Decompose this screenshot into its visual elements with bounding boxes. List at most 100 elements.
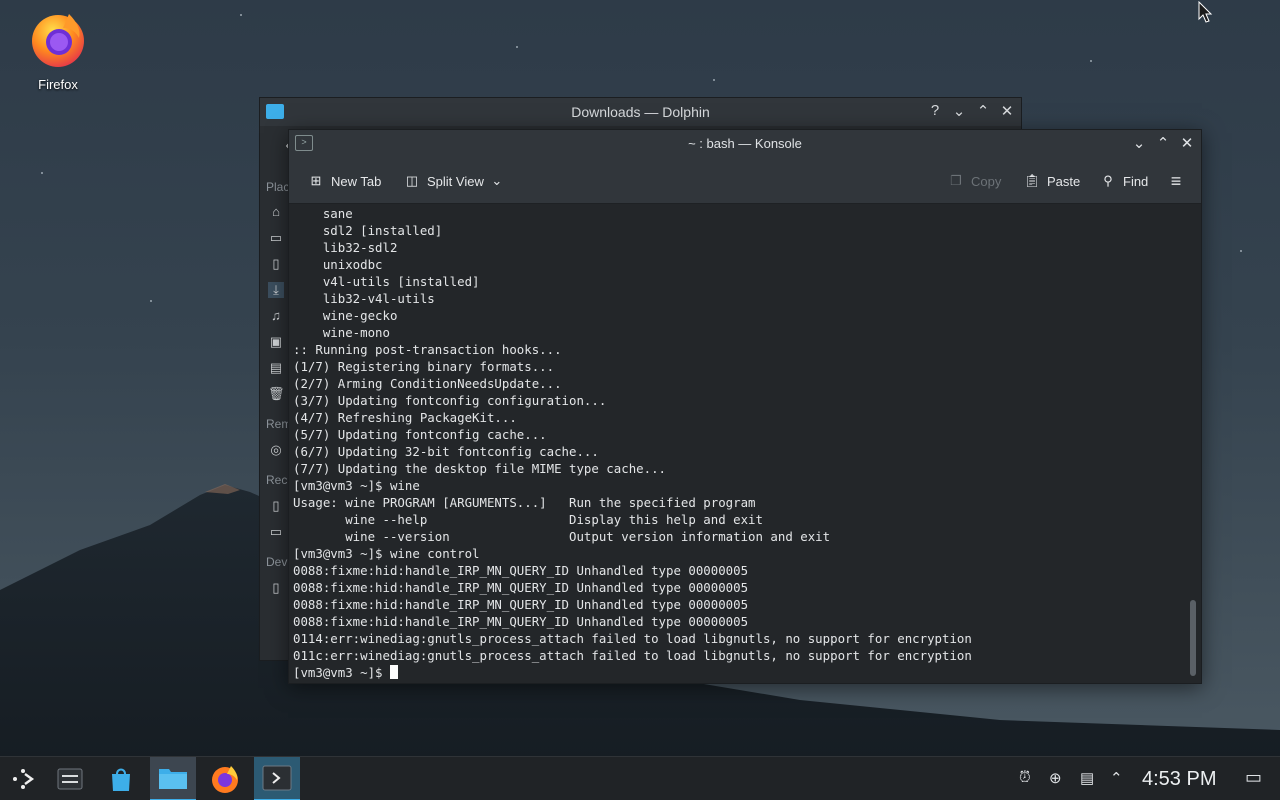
terminal-line: (2/7) Arming ConditionNeedsUpdate... — [293, 376, 562, 391]
show-desktop-icon[interactable]: ▭ — [1245, 767, 1262, 788]
help-button[interactable]: ? — [927, 102, 943, 120]
hamburger-menu-icon: ≡ — [1170, 171, 1182, 191]
split-view-button[interactable]: ◫ Split View ⌄ — [403, 172, 504, 190]
copy-button[interactable]: ❐ Copy — [947, 172, 1001, 190]
konsole-title: ~ : bash — Konsole — [688, 136, 802, 151]
settings-sliders-icon — [57, 768, 83, 790]
dolphin-titlebar[interactable]: Downloads — Dolphin ? ⌄ ⌃ ✕ — [260, 98, 1021, 126]
home-icon[interactable]: ⌂ — [268, 204, 284, 220]
discover-store-button[interactable] — [98, 757, 144, 800]
split-view-label: Split View — [427, 173, 484, 189]
new-tab-button[interactable]: ⊞ New Tab — [307, 172, 382, 190]
terminal-line: [vm3@vm3 ~]$ wine — [293, 478, 420, 493]
launcher-icon — [13, 769, 35, 789]
konsole-toolbar: ⊞ New Tab ◫ Split View ⌄ ❐ Copy 📋︎ Paste… — [289, 158, 1201, 204]
terminal-line: 0088:fixme:hid:handle_IRP_MN_QUERY_ID Un… — [293, 563, 749, 578]
devices-heading: Dev — [266, 555, 288, 569]
clock[interactable]: 4:53 PM — [1142, 768, 1216, 791]
dolphin-title: Downloads — Dolphin — [571, 104, 710, 120]
clipboard-icon[interactable]: ▤ — [1080, 769, 1094, 787]
new-tab-icon: ⊞ — [310, 173, 322, 188]
update-icon[interactable]: ⊕ — [1049, 769, 1062, 787]
terminal-line: wine --help Display this help and exit — [293, 512, 763, 527]
terminal-line: (6/7) Updating 32-bit fontconfig cache..… — [293, 444, 599, 459]
find-button[interactable]: ⚲ Find — [1099, 172, 1148, 190]
terminal-line: 0088:fixme:hid:handle_IRP_MN_QUERY_ID Un… — [293, 597, 749, 612]
terminal-line: :: Running post-transaction hooks... — [293, 342, 562, 357]
terminal-lines: sane sdl2 [installed] lib32-sdl2 unixodb… — [293, 205, 972, 681]
hamburger-menu-button[interactable]: ≡ — [1167, 172, 1185, 190]
maximize-button[interactable]: ⌃ — [975, 102, 991, 120]
system-settings-button[interactable] — [47, 757, 93, 800]
split-view-icon: ◫ — [405, 173, 419, 188]
mouse-pointer-icon — [1198, 1, 1213, 23]
minimize-button[interactable]: ⌄ — [951, 102, 967, 120]
trash-icon[interactable]: 🗑 — [268, 386, 285, 402]
scrollbar-thumb[interactable] — [1190, 600, 1196, 676]
remote-heading: Rem — [266, 417, 292, 431]
desktop-icon-firefox[interactable]: Firefox — [22, 8, 94, 92]
chevron-up-icon[interactable]: ⌃ — [1110, 769, 1123, 787]
desktop-icon[interactable]: ▭ — [268, 230, 284, 246]
konsole-window[interactable]: > ~ : bash — Konsole ⌄ ⌃ ✕ ⊞ New Tab ◫ S… — [288, 129, 1202, 684]
paste-button[interactable]: 📋︎ Paste — [1023, 172, 1081, 190]
paste-icon: 📋︎ — [1023, 173, 1041, 188]
firefox-icon — [212, 766, 238, 793]
text-cursor — [389, 665, 398, 679]
terminal-line: lib32-v4l-utils — [293, 291, 435, 306]
maximize-button[interactable]: ⌃ — [1155, 134, 1171, 152]
downloads-icon[interactable]: ⤓ — [268, 282, 284, 298]
minimize-button[interactable]: ⌄ — [1131, 134, 1147, 152]
terminal-line: (5/7) Updating fontconfig cache... — [293, 427, 547, 442]
new-tab-label: New Tab — [331, 173, 382, 189]
taskbar-firefox[interactable] — [202, 757, 248, 800]
taskbar-konsole[interactable] — [254, 757, 300, 800]
taskbar: ⏰︎ ⊕ ▤ ⌃ 4:53 PM ▭ — [0, 756, 1280, 800]
terminal-line: 0088:fixme:hid:handle_IRP_MN_QUERY_ID Un… — [293, 580, 749, 595]
terminal-line: (4/7) Refreshing PackageKit... — [293, 410, 517, 425]
places-heading: Plac — [266, 180, 290, 194]
terminal-line: [vm3@vm3 ~]$ wine control — [293, 546, 480, 561]
terminal-prompt-line[interactable]: [vm3@vm3 ~]$ — [293, 664, 972, 681]
taskbar-dolphin[interactable] — [150, 757, 196, 800]
copy-icon: ❐ — [950, 173, 962, 188]
documents-icon[interactable]: ▯ — [268, 256, 284, 272]
find-label: Find — [1123, 173, 1149, 189]
terminal-line: Usage: wine PROGRAM [ARGUMENTS...] Run t… — [293, 495, 756, 510]
close-button[interactable]: ✕ — [1179, 134, 1195, 152]
terminal-line: (7/7) Updating the desktop file MIME typ… — [293, 461, 666, 476]
konsole-titlebar[interactable]: > ~ : bash — Konsole ⌄ ⌃ ✕ — [289, 130, 1201, 158]
recent-locations-icon[interactable]: ▭ — [268, 524, 284, 540]
notifications-icon[interactable]: ⏰︎ — [1019, 769, 1031, 786]
terminal-line: wine-mono — [293, 325, 390, 340]
terminal-line: v4l-utils [installed] — [293, 274, 480, 289]
terminal-prompt: [vm3@vm3 ~]$ — [293, 665, 390, 680]
shopping-bag-icon — [112, 768, 130, 791]
close-button[interactable]: ✕ — [999, 102, 1015, 120]
app-launcher-button[interactable] — [0, 757, 46, 800]
folder-icon — [159, 769, 187, 789]
dolphin-places-panel: ‹ Plac ⌂ ▭ ▯ ⤓ ♫ ▣ ▤ 🗑 Rem ◎ Rec ▯ ▭ Dev… — [260, 126, 292, 660]
terminal-line: unixodbc — [293, 257, 383, 272]
terminal-scrollbar[interactable] — [1187, 204, 1197, 683]
chevron-down-icon: ⌄ — [491, 173, 503, 188]
terminal-line: wine --version Output version informatio… — [293, 529, 831, 544]
drive-icon[interactable]: ▯ — [268, 580, 284, 596]
terminal-line: 0088:fixme:hid:handle_IRP_MN_QUERY_ID Un… — [293, 614, 749, 629]
music-icon[interactable]: ♫ — [268, 308, 284, 324]
paste-label: Paste — [1047, 173, 1081, 189]
videos-icon[interactable]: ▤ — [268, 360, 284, 376]
pictures-icon[interactable]: ▣ — [268, 334, 284, 350]
recent-files-icon[interactable]: ▯ — [268, 498, 284, 514]
terminal-line: (1/7) Registering binary formats... — [293, 359, 555, 374]
terminal-line: 0114:err:winediag:gnutls_process_attach … — [293, 631, 972, 646]
copy-label: Copy — [971, 173, 1002, 189]
terminal-line: sane — [293, 206, 353, 221]
terminal-line: lib32-sdl2 — [293, 240, 398, 255]
terminal-line: sdl2 [installed] — [293, 223, 443, 238]
terminal-line: (3/7) Updating fontconfig configuration.… — [293, 393, 607, 408]
terminal-line: wine-gecko — [293, 308, 398, 323]
network-icon[interactable]: ◎ — [268, 442, 284, 458]
search-icon: ⚲ — [1103, 173, 1113, 188]
terminal-output[interactable]: sane sdl2 [installed] lib32-sdl2 unixodb… — [289, 204, 1201, 683]
